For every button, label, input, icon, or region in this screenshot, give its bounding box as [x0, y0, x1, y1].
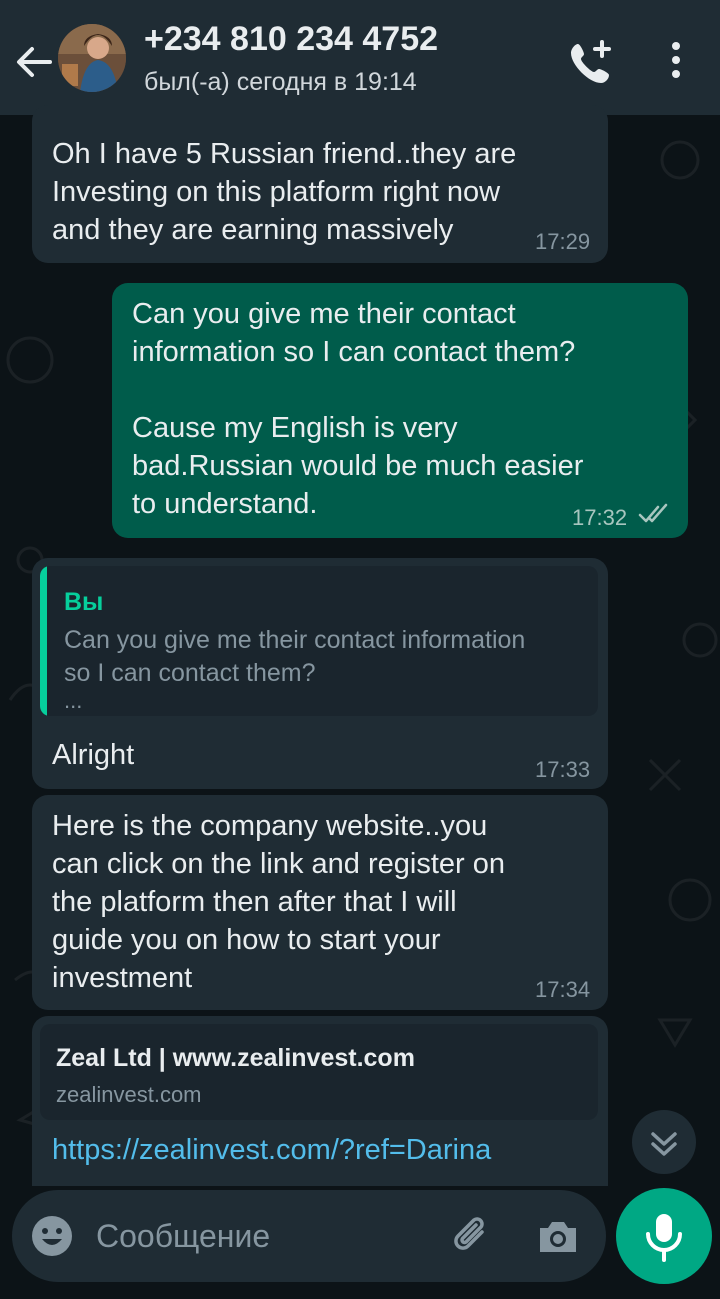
message-text: Oh I have 5 Russian friend..they are Inv… — [52, 138, 517, 246]
message-time: 17:32 — [572, 505, 628, 530]
message-time: 17:29 — [535, 229, 591, 254]
message-link[interactable]: https://zealinvest.com/?ref=Darina — [52, 1134, 491, 1167]
message-bubble-link[interactable]: Zeal Ltd | www.zealinvest.com zealinvest… — [32, 1016, 608, 1186]
quote-ellipsis: ... — [64, 688, 83, 713]
message-bubble-outgoing[interactable]: Can you give me their contact informatio… — [112, 283, 688, 538]
link-preview-title: Zeal Ltd | www.zealinvest.com — [56, 1044, 415, 1072]
scroll-down-button[interactable] — [632, 1110, 696, 1174]
quote-accent-bar — [40, 566, 47, 716]
double-chevron-down-icon — [651, 1132, 677, 1156]
emoji-icon[interactable] — [30, 1214, 74, 1258]
message-input[interactable]: Сообщение — [96, 1218, 270, 1255]
message-text: Alright — [52, 739, 135, 771]
quote-text: Can you give me their contact informatio… — [64, 626, 526, 687]
back-arrow-icon[interactable] — [12, 40, 56, 84]
message-bubble-reply[interactable]: Вы Can you give me their contact informa… — [32, 558, 608, 789]
last-seen-status: был(-а) сегодня в 19:14 — [144, 68, 417, 96]
chat-header: +234 810 234 4752 был(-а) сегодня в 19:1… — [0, 0, 720, 115]
message-time: 17:34 — [535, 977, 591, 1002]
contact-name[interactable]: +234 810 234 4752 — [144, 20, 438, 59]
quote-author: Вы — [64, 588, 104, 616]
link-preview-card[interactable]: Zeal Ltd | www.zealinvest.com zealinvest… — [40, 1024, 598, 1120]
camera-icon[interactable] — [534, 1212, 582, 1260]
message-bubble-incoming[interactable]: Here is the company website..you can cli… — [32, 795, 608, 1010]
contact-avatar[interactable] — [58, 24, 126, 92]
paperclip-icon[interactable] — [448, 1212, 496, 1260]
link-preview-domain: zealinvest.com — [56, 1082, 202, 1107]
message-time: 17:33 — [535, 757, 591, 782]
microphone-icon — [646, 1214, 682, 1262]
more-options-icon[interactable] — [660, 38, 692, 86]
message-text: Here is the company website..you can cli… — [52, 810, 505, 994]
quoted-message[interactable]: Вы Can you give me their contact informa… — [40, 566, 598, 716]
message-bubble-incoming[interactable]: Oh I have 5 Russian friend..they are Inv… — [32, 105, 608, 263]
double-check-icon — [638, 503, 670, 530]
message-composer[interactable]: Сообщение — [12, 1190, 606, 1282]
message-text: Can you give me their contact informatio… — [132, 298, 584, 520]
microphone-button[interactable] — [616, 1188, 712, 1284]
add-call-icon[interactable] — [568, 38, 616, 86]
